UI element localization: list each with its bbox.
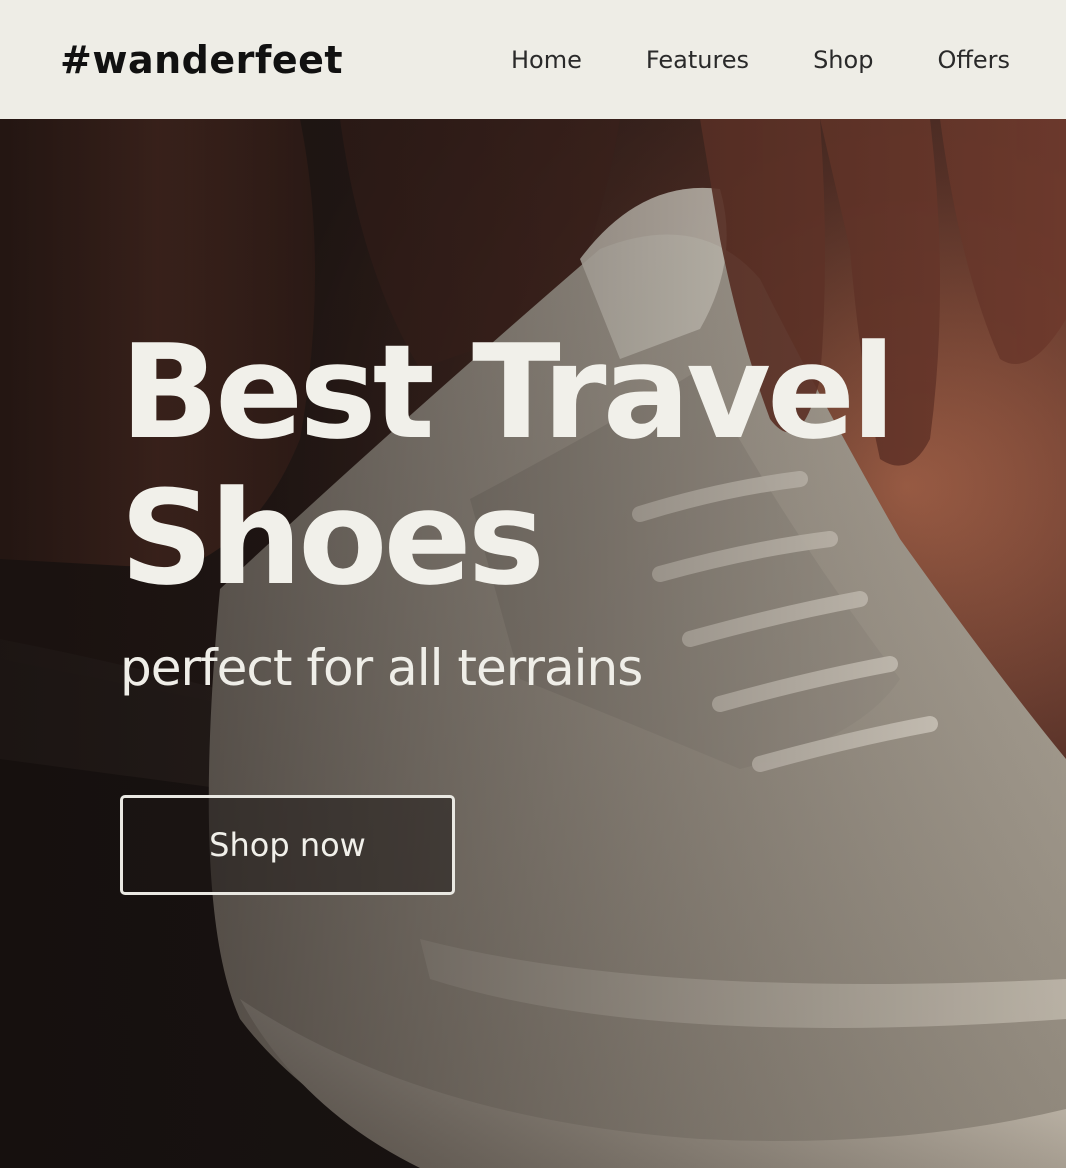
hero-subtitle: perfect for all terrains <box>120 639 643 697</box>
site-header: #wanderfeet Home Features Shop Offers <box>0 0 1066 119</box>
shop-now-button[interactable]: Shop now <box>120 795 455 895</box>
nav-link-offers[interactable]: Offers <box>937 46 1010 74</box>
hero-title-line2: Shoes <box>120 462 545 614</box>
hero-content: Best Travel Shoes perfect for all terrai… <box>120 316 896 697</box>
main-nav: Home Features Shop Offers <box>511 46 1010 74</box>
nav-link-home[interactable]: Home <box>511 46 582 74</box>
site-logo[interactable]: #wanderfeet <box>60 38 343 82</box>
hero-title-line1: Best Travel <box>120 316 896 468</box>
nav-link-shop[interactable]: Shop <box>813 46 873 74</box>
nav-link-features[interactable]: Features <box>646 46 749 74</box>
hero-title: Best Travel Shoes <box>120 316 896 614</box>
hero-section: Best Travel Shoes perfect for all terrai… <box>0 119 1066 1168</box>
